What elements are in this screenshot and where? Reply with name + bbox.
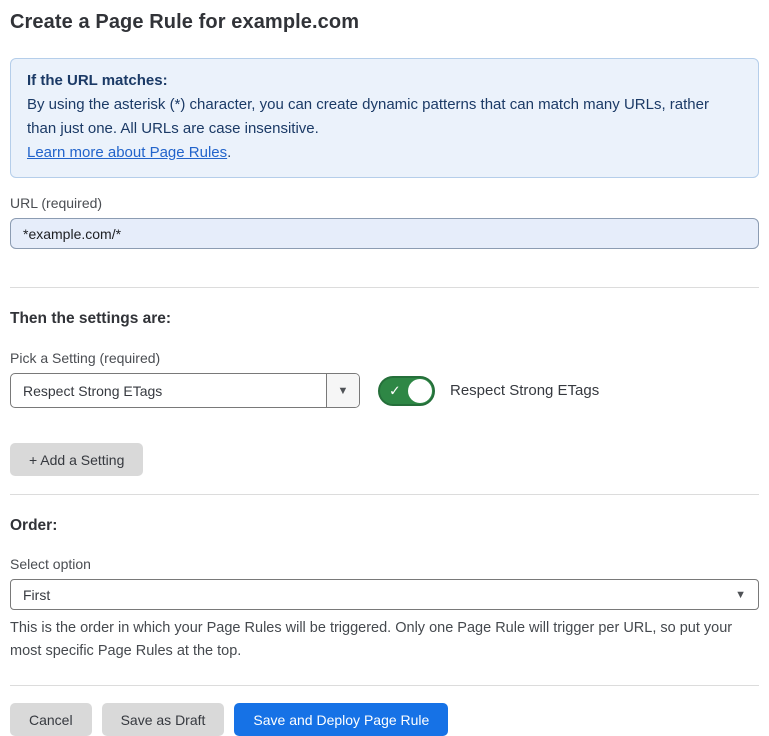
toggle-knob bbox=[408, 379, 432, 403]
order-select[interactable]: First ▼ bbox=[10, 579, 759, 610]
chevron-down-icon: ▼ bbox=[735, 589, 746, 601]
info-box-body: By using the asterisk (*) character, you… bbox=[27, 93, 742, 141]
footer-actions: Cancel Save as Draft Save and Deploy Pag… bbox=[10, 703, 759, 736]
footer-divider bbox=[10, 685, 759, 686]
settings-section-heading: Then the settings are: bbox=[10, 310, 759, 328]
order-section-heading: Order: bbox=[10, 517, 759, 535]
order-help-text: This is the order in which your Page Rul… bbox=[10, 617, 755, 663]
url-match-info-box: If the URL matches: By using the asteris… bbox=[10, 58, 759, 178]
setting-toggle-label: Respect Strong ETags bbox=[450, 382, 599, 399]
save-as-draft-button[interactable]: Save as Draft bbox=[102, 703, 225, 736]
page-title: Create a Page Rule for example.com bbox=[10, 0, 759, 34]
info-box-link-line: Learn more about Page Rules. bbox=[27, 141, 742, 165]
section-divider bbox=[10, 494, 759, 495]
setting-row: Respect Strong ETags ▼ ✓ Respect Strong … bbox=[10, 373, 759, 408]
cancel-button[interactable]: Cancel bbox=[10, 703, 92, 736]
setting-select-arrow-button[interactable]: ▼ bbox=[326, 374, 359, 407]
info-box-heading: If the URL matches: bbox=[27, 69, 742, 93]
check-icon: ✓ bbox=[389, 383, 401, 397]
save-and-deploy-button[interactable]: Save and Deploy Page Rule bbox=[234, 703, 448, 736]
url-field-label: URL (required) bbox=[10, 195, 759, 211]
setting-select[interactable]: Respect Strong ETags ▼ bbox=[10, 373, 360, 408]
learn-more-link[interactable]: Learn more about Page Rules bbox=[27, 144, 227, 161]
section-divider bbox=[10, 287, 759, 288]
setting-toggle-group: ✓ Respect Strong ETags bbox=[378, 376, 599, 406]
create-page-rule-form: Create a Page Rule for example.com If th… bbox=[0, 0, 769, 736]
link-period: . bbox=[227, 144, 231, 161]
url-input[interactable] bbox=[10, 218, 759, 249]
order-select-value: First bbox=[23, 587, 50, 603]
setting-toggle[interactable]: ✓ bbox=[378, 376, 435, 406]
chevron-down-icon: ▼ bbox=[338, 385, 349, 397]
setting-select-value: Respect Strong ETags bbox=[11, 374, 326, 407]
add-setting-button[interactable]: + Add a Setting bbox=[10, 443, 143, 476]
order-select-label: Select option bbox=[10, 556, 759, 572]
pick-setting-label: Pick a Setting (required) bbox=[10, 350, 759, 366]
